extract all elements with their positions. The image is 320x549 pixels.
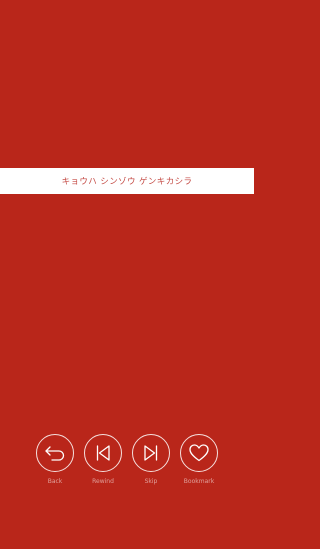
phrase-text: キョウハ シンゾウ ゲンキカシラ [61,177,193,187]
rewind-icon [96,445,110,461]
player-screen: キョウハ シンゾウ ゲンキカシラ Back Rewind Skip Bookma… [0,0,254,549]
skip-button-circle[interactable] [132,434,170,472]
skip-icon [144,445,158,461]
back-label: Back [47,478,63,485]
heart-icon [189,444,209,462]
bookmark-label: Bookmark [183,478,215,485]
phrase-band: キョウハ シンゾウ ゲンキカシラ [0,168,254,194]
back-arrow-icon [45,446,65,461]
back-button-circle[interactable] [36,434,74,472]
playback-controls: Back Rewind Skip Bookmark [0,434,254,494]
rewind-button-circle[interactable] [84,434,122,472]
rewind-button[interactable]: Rewind [83,434,123,485]
skip-label: Skip [144,478,158,485]
back-button[interactable]: Back [35,434,75,485]
skip-button[interactable]: Skip [131,434,171,485]
rewind-label: Rewind [92,478,114,485]
bookmark-button-circle[interactable] [180,434,218,472]
bookmark-button[interactable]: Bookmark [179,434,219,485]
